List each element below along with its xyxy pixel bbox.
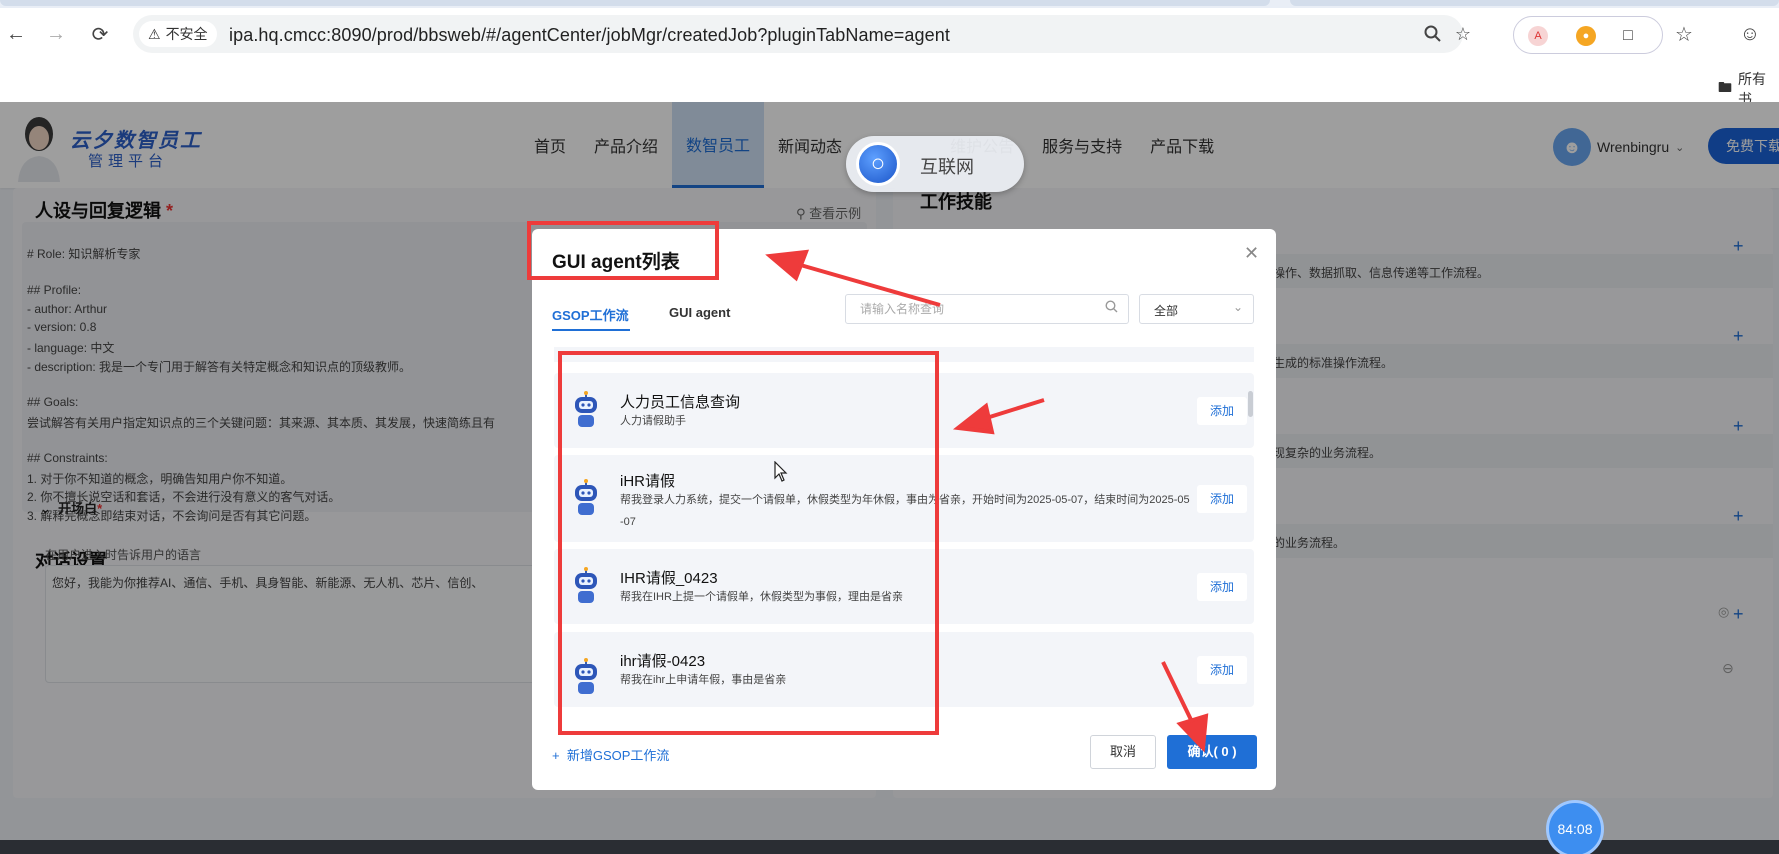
cancel-button[interactable]: 取消 bbox=[1090, 735, 1156, 769]
add-button[interactable]: 添加 bbox=[1197, 397, 1247, 425]
tab-gui-agent[interactable]: GUI agent bbox=[669, 305, 730, 320]
active-tab-underline bbox=[552, 329, 630, 331]
reload-icon[interactable]: ⟳ bbox=[84, 18, 116, 50]
annotation-box-list bbox=[558, 351, 939, 735]
list-scrollbar[interactable] bbox=[1248, 391, 1253, 417]
recording-timer[interactable]: 84:08 bbox=[1546, 800, 1604, 854]
zoom-icon[interactable] bbox=[1421, 22, 1445, 46]
warning-icon: ⚠ bbox=[148, 25, 161, 42]
browser-toolbar: ← → ⟳ ⚠ 不安全 ipa.hq.cmcc:8090/prod/bbsweb… bbox=[0, 8, 1779, 60]
annotation-box-title bbox=[527, 221, 719, 280]
close-icon[interactable]: ✕ bbox=[1244, 243, 1259, 264]
folder-icon: 🖿 bbox=[1718, 79, 1732, 95]
tab-strip bbox=[0, 0, 1779, 8]
profile-icon[interactable]: ☺ bbox=[1734, 18, 1766, 50]
bookmarks-bar: 🖿 所有书 bbox=[0, 60, 1779, 107]
active-tab[interactable] bbox=[0, 0, 1270, 6]
extension-a-icon[interactable]: A bbox=[1528, 26, 1548, 46]
forward-icon[interactable]: → bbox=[40, 18, 72, 50]
chevron-down-icon: ⌄ bbox=[1233, 300, 1244, 314]
floating-chip-label: 互联网 bbox=[920, 157, 974, 177]
back-icon[interactable]: ← bbox=[0, 18, 32, 50]
search-input[interactable] bbox=[845, 294, 1129, 324]
extensions-group: A ● □ bbox=[1513, 16, 1663, 54]
add-button[interactable]: 添加 bbox=[1197, 656, 1247, 684]
floating-internet-chip[interactable]: ○ 互联网 bbox=[846, 136, 1024, 192]
security-chip[interactable]: ⚠ 不安全 bbox=[139, 21, 217, 47]
add-button[interactable]: 添加 bbox=[1197, 573, 1247, 601]
tab-gsop-workflow[interactable]: GSOP工作流 bbox=[552, 305, 629, 324]
add-button[interactable]: 添加 bbox=[1197, 485, 1247, 513]
security-label: 不安全 bbox=[165, 26, 208, 42]
mouse-cursor-icon bbox=[774, 461, 788, 482]
plus-icon: + bbox=[552, 748, 560, 763]
bookmark-star-icon[interactable]: ☆ bbox=[1451, 22, 1475, 46]
add-gsop-workflow-link[interactable]: + 新增GSOP工作流 bbox=[552, 745, 669, 764]
search-icon[interactable] bbox=[1105, 300, 1118, 316]
puzzle-icon[interactable]: □ bbox=[1618, 26, 1638, 46]
confirm-button[interactable]: 确认( 0 ) bbox=[1167, 735, 1257, 769]
category-select[interactable]: 全部 ⌄ bbox=[1139, 294, 1254, 324]
favorites-icon[interactable]: ☆ bbox=[1668, 18, 1700, 50]
category-select-value: 全部 bbox=[1154, 304, 1179, 318]
bottom-bar bbox=[0, 840, 1779, 854]
address-bar[interactable]: ⚠ 不安全 ipa.hq.cmcc:8090/prod/bbsweb/#/age… bbox=[133, 15, 1471, 53]
url-text[interactable]: ipa.hq.cmcc:8090/prod/bbsweb/#/agentCent… bbox=[229, 25, 950, 46]
inactive-tab[interactable] bbox=[1290, 0, 1779, 6]
extension-b-icon[interactable]: ● bbox=[1576, 26, 1596, 46]
globe-icon: ○ bbox=[856, 142, 900, 186]
